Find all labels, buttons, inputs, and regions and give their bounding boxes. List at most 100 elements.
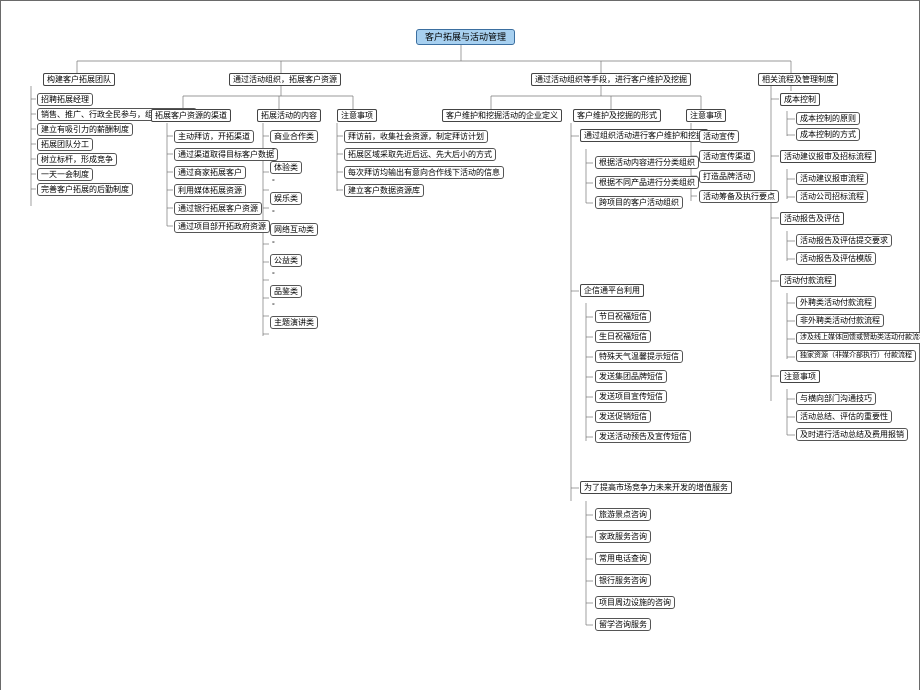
leaf[interactable]: 招聘拓展经理 xyxy=(37,93,93,106)
label: ° xyxy=(272,272,275,279)
sub-notes-b3[interactable]: 注意事项 xyxy=(686,109,726,122)
label: 根据活动内容进行分类组织 xyxy=(599,158,695,167)
leaf[interactable]: 常用电话查询 xyxy=(595,552,651,565)
leaf[interactable]: 拜访前，收集社会资源，制定拜访计划 xyxy=(344,130,488,143)
sub-cost-control[interactable]: 成本控制 xyxy=(780,93,820,106)
label: 家政服务咨询 xyxy=(599,532,647,541)
mindmap-canvas: { "root": "客户拓展与活动管理", "b1": { "title": … xyxy=(0,0,920,690)
leaf[interactable]: 节日祝福短信 xyxy=(595,310,651,323)
leaf[interactable]: 打造品牌活动 xyxy=(699,170,755,183)
leaf[interactable]: 商业合作类 xyxy=(270,130,318,143)
sub-report-eval[interactable]: 活动报告及评估 xyxy=(780,212,844,225)
sub-proposal-bid[interactable]: 活动建议报审及招标流程 xyxy=(780,150,876,163)
root-node[interactable]: 客户拓展与活动管理 xyxy=(416,29,515,45)
leaf[interactable]: 通过商家拓展客户 xyxy=(174,166,246,179)
sub-definition[interactable]: 客户维护和挖掘活动的企业定义 xyxy=(442,109,562,122)
label: 主题演讲类 xyxy=(274,318,314,327)
leaf[interactable]: 根据不同产品进行分类组织 xyxy=(595,176,699,189)
leaf[interactable]: 发送集团品牌短信 xyxy=(595,370,667,383)
leaf[interactable]: 活动报告及评估提交要求 xyxy=(796,234,892,247)
label: 为了提高市场竞争力未来开发的增值服务 xyxy=(584,483,728,492)
leaf[interactable]: 体验类 xyxy=(270,161,302,174)
leaf[interactable]: 发送促销短信 xyxy=(595,410,651,423)
label: 相关流程及管理制度 xyxy=(762,75,834,84)
leaf[interactable]: 成本控制的方式 xyxy=(796,128,860,141)
leaf[interactable]: 特殊天气温馨提示短信 xyxy=(595,350,683,363)
leaf[interactable]: 旅游景点咨询 xyxy=(595,508,651,521)
label: 活动付款流程 xyxy=(784,276,832,285)
leaf[interactable]: 网络互动类 xyxy=(270,223,318,236)
leaf[interactable]: 与横向部门沟通技巧 xyxy=(796,392,876,405)
sub-notes-b4[interactable]: 注意事项 xyxy=(780,370,820,383)
sub-channels[interactable]: 拓展客户资源的渠道 xyxy=(151,109,231,122)
sub-activity-content[interactable]: 拓展活动的内容 xyxy=(257,109,321,122)
leaf[interactable]: 家政服务咨询 xyxy=(595,530,651,543)
label: 活动建议报审流程 xyxy=(800,174,864,183)
label: 注意事项 xyxy=(690,111,722,120)
label: 节日祝福短信 xyxy=(599,312,647,321)
label: 成本控制的原则 xyxy=(800,114,856,123)
leaf[interactable]: 银行服务咨询 xyxy=(595,574,651,587)
leaf[interactable]: 涉及线上媒体回馈或赞助类活动付款流程 xyxy=(796,332,920,344)
label: 拓展团队分工 xyxy=(41,140,89,149)
label: 活动建议报审及招标流程 xyxy=(784,152,872,161)
label: 外聘类活动付款流程 xyxy=(800,298,872,307)
leaf[interactable]: 利用媒体拓展资源 xyxy=(174,184,246,197)
leaf[interactable]: 跨项目的客户活动组织 xyxy=(595,196,683,209)
label: 构建客户拓展团队 xyxy=(47,75,111,84)
leaf[interactable]: 通过渠道取得目标客户数据 xyxy=(174,148,278,161)
leaf[interactable]: 拓展团队分工 xyxy=(37,138,93,151)
leaf[interactable]: 及时进行活动总结及费用报销 xyxy=(796,428,908,441)
leaf[interactable]: 品鉴类 xyxy=(270,285,302,298)
leaf[interactable]: 活动宣传 xyxy=(699,130,739,143)
leaf[interactable]: 活动公司招标流程 xyxy=(796,190,868,203)
leaf[interactable]: 成本控制的原则 xyxy=(796,112,860,125)
leaf[interactable]: 活动筹备及执行要点 xyxy=(699,190,779,203)
leaf[interactable]: 建立有吸引力的薪酬制度 xyxy=(37,123,133,136)
label: 活动报告及评估模版 xyxy=(800,254,872,263)
leaf[interactable]: 一天一会制度 xyxy=(37,168,93,181)
leaf[interactable]: 生日祝福短信 xyxy=(595,330,651,343)
label: ° xyxy=(272,303,275,310)
branch-maintain-mine[interactable]: 通过活动组织等手段，进行客户维护及挖掘 xyxy=(531,73,691,86)
leaf[interactable]: 发送活动预告及宣传短信 xyxy=(595,430,691,443)
group-value-added[interactable]: 为了提高市场竞争力未来开发的增值服务 xyxy=(580,481,732,494)
sub-forms[interactable]: 客户维护及挖掘的形式 xyxy=(573,109,661,122)
leaf[interactable]: 非外聘类活动付款流程 xyxy=(796,314,884,327)
label: 体验类 xyxy=(274,163,298,172)
leaf[interactable]: 公益类 xyxy=(270,254,302,267)
leaf[interactable]: 活动报告及评估模版 xyxy=(796,252,876,265)
label: 旅游景点咨询 xyxy=(599,510,647,519)
leaf[interactable]: 主动拜访，开拓渠道 xyxy=(174,130,254,143)
leaf[interactable]: 外聘类活动付款流程 xyxy=(796,296,876,309)
label: 留学咨询服务 xyxy=(599,620,647,629)
leaf[interactable]: 留学咨询服务 xyxy=(595,618,651,631)
leaf[interactable]: 根据活动内容进行分类组织 xyxy=(595,156,699,169)
group-activities[interactable]: 通过组织活动进行客户维护和挖掘 xyxy=(580,129,708,142)
branch-build-team[interactable]: 构建客户拓展团队 xyxy=(43,73,115,86)
branch-process-rules[interactable]: 相关流程及管理制度 xyxy=(758,73,838,86)
leaf[interactable]: 活动总结、评估的重要性 xyxy=(796,410,892,423)
leaf[interactable]: 娱乐类 xyxy=(270,192,302,205)
leaf[interactable]: 通过银行拓展客户资源 xyxy=(174,202,262,215)
sub-notes-b2[interactable]: 注意事项 xyxy=(337,109,377,122)
label: 注意事项 xyxy=(784,372,816,381)
leaf[interactable]: 项目周边设施的咨询 xyxy=(595,596,675,609)
leaf[interactable]: 每次拜访均输出有意向合作线下活动的信息 xyxy=(344,166,504,179)
branch-events-expand[interactable]: 通过活动组织，拓展客户资源 xyxy=(229,73,341,86)
leaf[interactable]: 拓展区域采取先近后远、先大后小的方式 xyxy=(344,148,496,161)
leaf[interactable]: 发送项目宣传短信 xyxy=(595,390,667,403)
leaf[interactable]: 活动建议报审流程 xyxy=(796,172,868,185)
leaf[interactable]: 主题演讲类 xyxy=(270,316,318,329)
leaf[interactable]: 完善客户拓展的后勤制度 xyxy=(37,183,133,196)
leaf[interactable]: 建立客户数据资源库 xyxy=(344,184,424,197)
label: 拓展客户资源的渠道 xyxy=(155,111,227,120)
leaf[interactable]: 树立标杆，形成竞争 xyxy=(37,153,117,166)
leaf[interactable]: 通过项目部开拓政府资源 xyxy=(174,220,270,233)
group-sms-platform[interactable]: 企信通平台利用 xyxy=(580,284,644,297)
label: 娱乐类 xyxy=(274,194,298,203)
leaf[interactable]: 活动宣传渠道 xyxy=(699,150,755,163)
sub-payment[interactable]: 活动付款流程 xyxy=(780,274,836,287)
leaf[interactable]: 独家资源（非媒介部执行）付款流程 xyxy=(796,350,916,362)
label: 拓展活动的内容 xyxy=(261,111,317,120)
